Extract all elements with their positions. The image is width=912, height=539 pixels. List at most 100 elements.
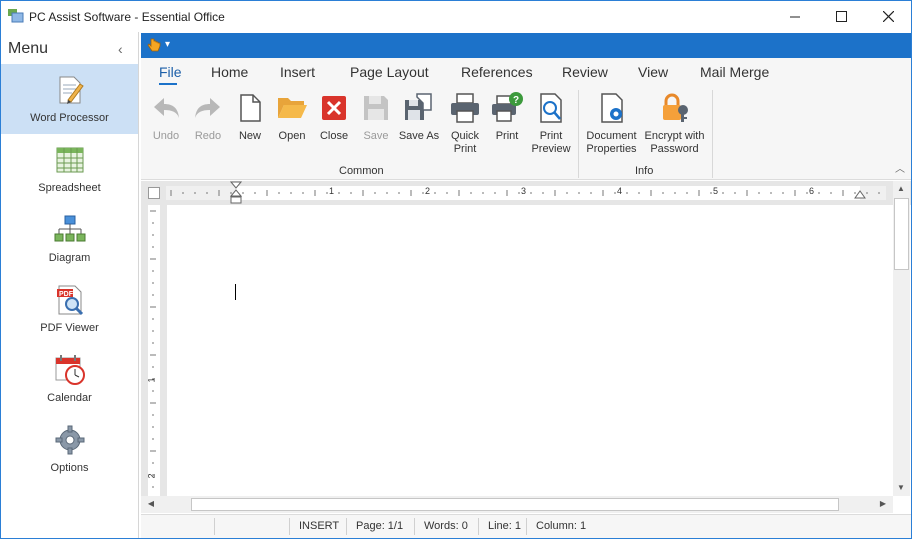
- status-page: Page: 1/1: [356, 520, 404, 532]
- ruler-number: 5: [713, 186, 719, 196]
- title-bar: PC Assist Software - Essential Office: [1, 1, 911, 32]
- tab-mail-merge[interactable]: Mail Merge: [700, 64, 769, 86]
- word-processor-icon: [59, 76, 84, 104]
- close-window-button[interactable]: [865, 1, 911, 32]
- calendar-icon: [55, 355, 85, 385]
- status-column: Column: 1: [536, 520, 587, 532]
- print-label: Print: [495, 130, 519, 142]
- sidebar-item-label: Calendar: [47, 392, 92, 404]
- redo-label: Redo: [194, 130, 222, 142]
- tab-home[interactable]: Home: [211, 64, 248, 86]
- maximize-button[interactable]: [818, 1, 864, 32]
- save-as-label: Save As: [398, 130, 440, 142]
- diagram-icon: [54, 215, 86, 242]
- horizontal-scroll-thumb[interactable]: [191, 498, 839, 511]
- status-separator: [526, 518, 527, 535]
- ruler-ticks: [150, 210, 156, 488]
- close-document-icon: [322, 96, 346, 120]
- new-label: New: [238, 130, 261, 142]
- undo-button[interactable]: Undo: [145, 92, 187, 143]
- vertical-scroll-thumb[interactable]: [894, 198, 909, 270]
- group-label-info: Info: [635, 165, 654, 177]
- print-preview-label: Print Preview: [531, 130, 571, 155]
- encrypt-password-button[interactable]: Encrypt with Password: [642, 92, 707, 156]
- document-properties-button[interactable]: Document Properties: [584, 92, 639, 156]
- text-caret: [235, 284, 236, 300]
- minimize-button[interactable]: [772, 1, 818, 32]
- print-icon: ?: [492, 92, 523, 122]
- save-as-icon: [405, 93, 432, 120]
- horizontal-scrollbar[interactable]: ◀ ▶: [141, 496, 893, 513]
- ruler-number: 1: [146, 377, 157, 383]
- ruler-number: 2: [425, 186, 431, 196]
- tab-review[interactable]: Review: [562, 64, 608, 86]
- collapse-ribbon-button[interactable]: ︿: [895, 160, 905, 175]
- sidebar-item-options[interactable]: Options: [1, 414, 138, 484]
- close-document-button[interactable]: Close: [313, 92, 355, 143]
- ruler-number: 1: [329, 186, 335, 196]
- scroll-right-arrow[interactable]: ▶: [875, 496, 891, 512]
- undo-icon: [154, 98, 179, 118]
- folder-open-icon: [278, 98, 307, 118]
- document-editor[interactable]: [167, 205, 893, 496]
- app-window: PC Assist Software - Essential Office Me…: [0, 0, 912, 539]
- open-button[interactable]: Open: [271, 92, 313, 143]
- maximize-icon: [835, 11, 847, 22]
- menu-title: Menu: [8, 40, 49, 57]
- sidebar-item-label: PDF Viewer: [40, 322, 99, 334]
- sidebar-item-label: Options: [50, 462, 89, 474]
- minimize-icon: [789, 16, 800, 18]
- close-icon: [882, 11, 894, 22]
- sidebar-menu: Menu ‹ Word Processor Spreadsheet Diagra…: [1, 32, 139, 538]
- tab-view[interactable]: View: [638, 64, 668, 86]
- gear-icon: [55, 425, 85, 455]
- tab-page-layout[interactable]: Page Layout: [350, 64, 429, 86]
- ribbon: File Home Insert Page Layout References …: [141, 58, 911, 180]
- vertical-scrollbar[interactable]: ▲ ▼: [893, 181, 910, 496]
- quick-print-button[interactable]: Quick Print: [444, 92, 486, 156]
- collapse-menu-button[interactable]: ‹: [118, 41, 123, 57]
- save-label: Save: [363, 130, 389, 142]
- sidebar-item-diagram[interactable]: Diagram: [1, 204, 138, 274]
- app-icon: [8, 9, 24, 23]
- status-separator: [214, 518, 215, 535]
- left-indent-marker[interactable]: [230, 181, 242, 205]
- print-button[interactable]: ? Print: [486, 92, 528, 143]
- redo-button[interactable]: Redo: [187, 92, 229, 143]
- sidebar-item-pdf-viewer[interactable]: PDF PDF Viewer: [1, 274, 138, 344]
- horizontal-ruler: 1 2 3 4 5 6: [141, 181, 911, 205]
- status-separator: [346, 518, 347, 535]
- pdf-viewer-icon: PDF: [57, 285, 84, 316]
- touch-mode-icon[interactable]: [147, 38, 161, 53]
- sidebar-item-label: Diagram: [48, 252, 91, 264]
- print-preview-button[interactable]: Print Preview: [530, 92, 572, 156]
- customize-qat-dropdown[interactable]: ▾: [165, 39, 170, 50]
- group-separator: [578, 90, 579, 178]
- tab-references[interactable]: References: [461, 64, 533, 86]
- scroll-down-arrow[interactable]: ▼: [893, 480, 909, 496]
- ruler-number: 3: [521, 186, 527, 196]
- status-insert-mode[interactable]: INSERT: [299, 520, 339, 532]
- new-button[interactable]: New: [229, 92, 271, 143]
- svg-text:PDF: PDF: [59, 291, 74, 298]
- sidebar-item-word-processor[interactable]: Word Processor: [1, 64, 138, 134]
- scroll-left-arrow[interactable]: ◀: [143, 496, 159, 512]
- open-label: Open: [278, 130, 306, 142]
- save-button[interactable]: Save: [355, 92, 397, 143]
- sidebar-item-spreadsheet[interactable]: Spreadsheet: [1, 134, 138, 204]
- save-as-button[interactable]: Save As: [398, 92, 440, 143]
- status-separator: [414, 518, 415, 535]
- encrypt-password-icon: [662, 93, 688, 122]
- vertical-ruler: 1 2: [141, 205, 167, 496]
- close-label: Close: [319, 130, 349, 142]
- scroll-up-arrow[interactable]: ▲: [893, 181, 909, 197]
- active-tab-indicator: [159, 83, 177, 85]
- new-document-icon: [240, 94, 261, 122]
- ruler-number: 2: [146, 473, 157, 479]
- sidebar-item-calendar[interactable]: Calendar: [1, 344, 138, 414]
- document-properties-label: Document Properties: [586, 130, 637, 155]
- tab-insert[interactable]: Insert: [280, 64, 315, 86]
- ruler-number: 6: [809, 186, 815, 196]
- right-indent-marker[interactable]: [854, 189, 866, 199]
- quick-print-label: Quick Print: [450, 130, 480, 155]
